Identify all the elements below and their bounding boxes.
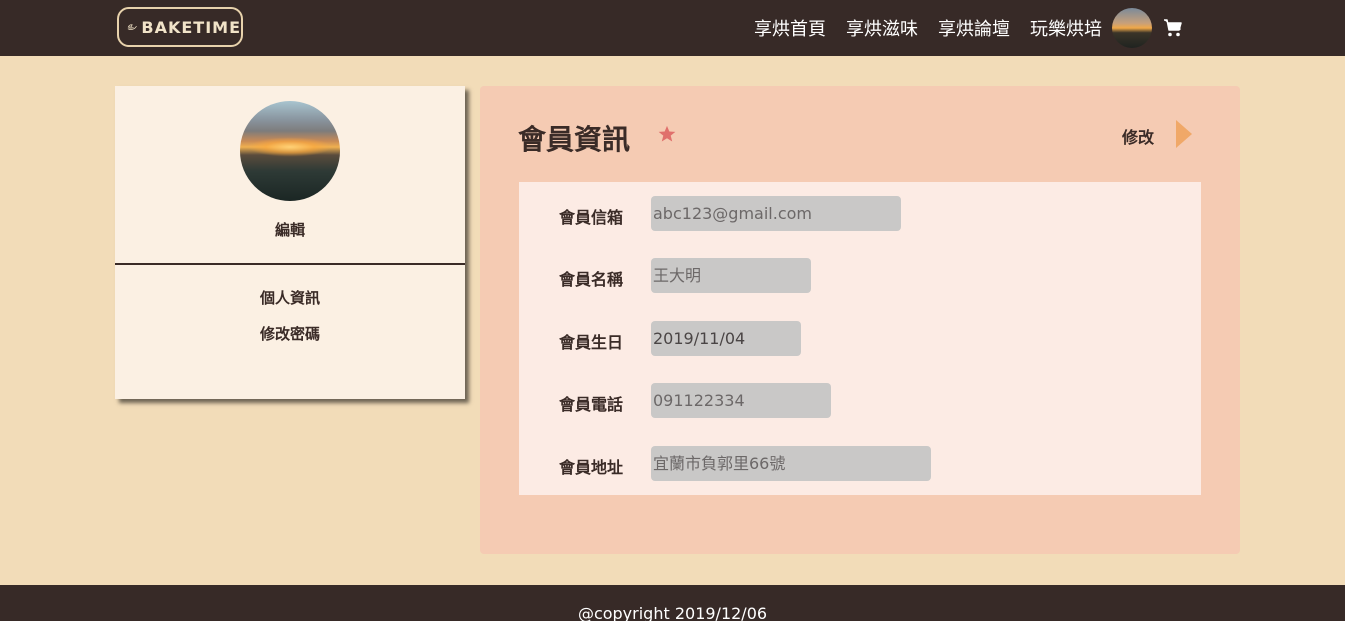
user-avatar[interactable] bbox=[1112, 8, 1152, 48]
top-header: BAKETIME 享烘首頁 享烘滋味 享烘論壇 玩樂烘培 bbox=[0, 0, 1345, 56]
baketime-logo[interactable]: BAKETIME bbox=[117, 7, 243, 47]
shopping-cart-icon[interactable] bbox=[1163, 18, 1183, 38]
birthday-field[interactable]: 2019/11/04 bbox=[651, 321, 801, 356]
page-footer: @copyright 2019/12/06 bbox=[0, 585, 1345, 621]
field-row-birthday: 會員生日 2019/11/04 bbox=[519, 321, 1201, 357]
field-row-email: 會員信箱 abc123@gmail.com bbox=[519, 196, 1201, 232]
star-icon bbox=[658, 125, 676, 142]
modify-button[interactable]: 修改 bbox=[1122, 124, 1154, 148]
field-row-address: 會員地址 宜蘭市負郭里66號 bbox=[519, 446, 1201, 482]
sidebar-item-change-password[interactable]: 修改密碼 bbox=[115, 324, 465, 360]
main-nav: 享烘首頁 享烘滋味 享烘論壇 玩樂烘培 bbox=[754, 0, 1183, 56]
arrow-right-icon[interactable] bbox=[1176, 120, 1192, 148]
profile-sidebar: 編輯 個人資訊 修改密碼 bbox=[115, 86, 465, 399]
phone-label: 會員電話 bbox=[559, 395, 624, 414]
member-info-form: 會員信箱 abc123@gmail.com 會員名稱 王大明 會員生日 2019… bbox=[519, 182, 1201, 495]
copyright-text: @copyright 2019/12/06 bbox=[577, 604, 768, 621]
nav-item-baking-fun[interactable]: 玩樂烘培 bbox=[1030, 15, 1102, 41]
edit-avatar-link[interactable]: 編輯 bbox=[115, 219, 465, 240]
phone-field[interactable]: 091122334 bbox=[651, 383, 831, 418]
sidebar-menu: 個人資訊 修改密碼 bbox=[115, 288, 465, 360]
name-field[interactable]: 王大明 bbox=[651, 258, 811, 293]
birthday-label: 會員生日 bbox=[559, 333, 624, 352]
name-label: 會員名稱 bbox=[559, 270, 624, 289]
field-row-name: 會員名稱 王大明 bbox=[519, 258, 1201, 294]
page-title: 會員資訊 bbox=[518, 123, 631, 156]
address-field[interactable]: 宜蘭市負郭里66號 bbox=[651, 446, 931, 481]
address-label: 會員地址 bbox=[559, 458, 624, 477]
profile-avatar bbox=[240, 101, 340, 201]
nav-item-forum[interactable]: 享烘論壇 bbox=[938, 15, 1010, 41]
email-label: 會員信箱 bbox=[559, 208, 624, 227]
email-field[interactable]: abc123@gmail.com bbox=[651, 196, 901, 231]
nav-item-home[interactable]: 享烘首頁 bbox=[754, 15, 826, 41]
hand-leaf-icon bbox=[127, 24, 137, 30]
field-row-phone: 會員電話 091122334 bbox=[519, 383, 1201, 419]
member-info-panel: 會員資訊 修改 會員信箱 abc123@gmail.com 會員名稱 王大明 會… bbox=[480, 86, 1240, 554]
nav-item-recipes[interactable]: 享烘滋味 bbox=[846, 15, 918, 41]
sidebar-divider bbox=[115, 263, 465, 265]
logo-text: BAKETIME bbox=[141, 17, 241, 37]
sidebar-item-personal-info[interactable]: 個人資訊 bbox=[115, 288, 465, 324]
